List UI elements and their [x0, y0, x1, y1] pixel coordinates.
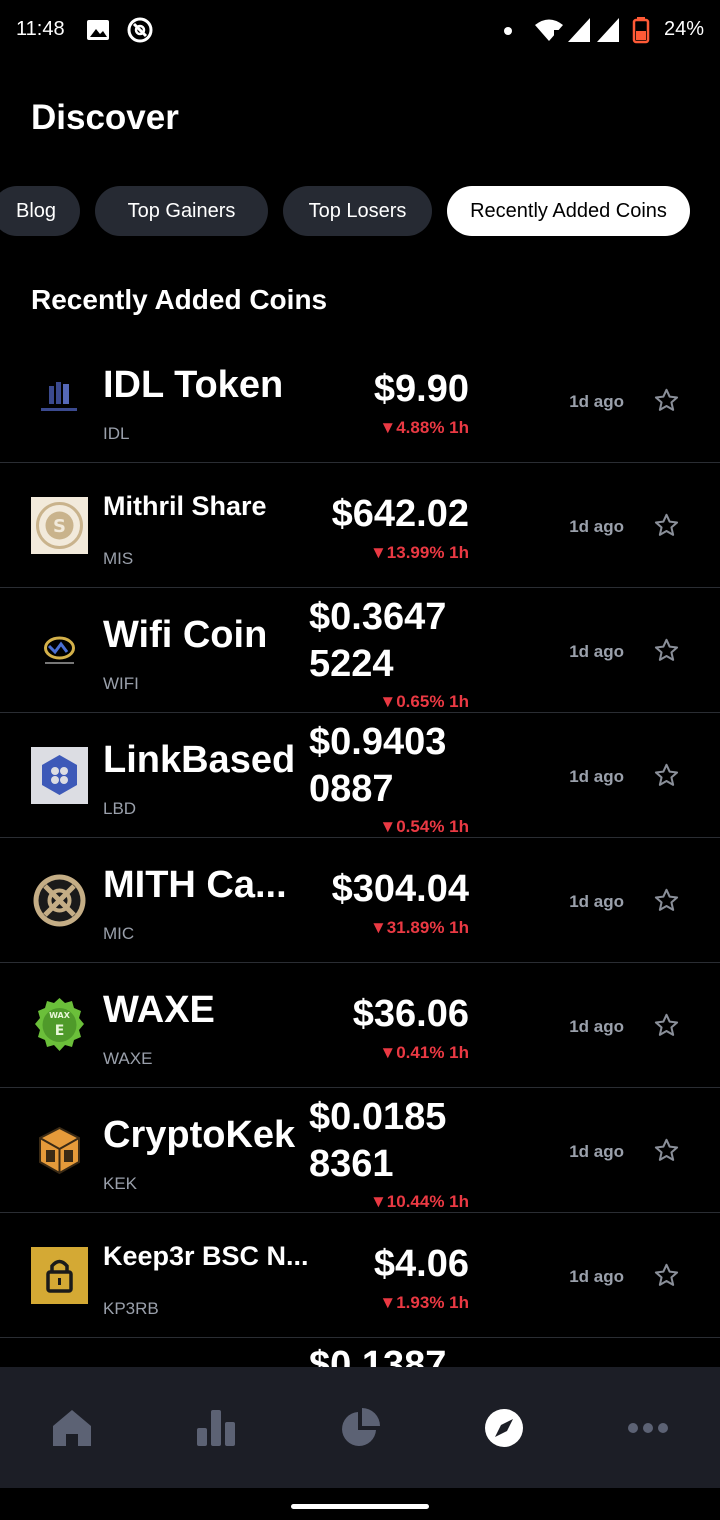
nav-charts[interactable] [144, 1367, 288, 1488]
compass-icon [485, 1408, 523, 1447]
coin-price: $0.0185 8361 [309, 1096, 447, 1185]
coin-row[interactable]: S Mithril Share MIS $642.02 ▼13.99% 1h 1… [0, 463, 720, 588]
price-change: ▼0.54% 1h [379, 817, 469, 836]
coin-price: $0.3647 5224 [309, 596, 447, 685]
linkbased-logo-icon [31, 747, 88, 804]
coin-symbol: MIC [103, 924, 135, 943]
coin-row[interactable]: IDL Token IDL $9.90 ▼4.88% 1h 1d ago [0, 338, 720, 463]
coin-row[interactable]: Keep3r BSC N... KP3RB $4.06 ▼1.93% 1h 1d… [0, 1213, 720, 1338]
coin-symbol: KP3RB [103, 1299, 159, 1318]
svg-text:S: S [53, 516, 66, 537]
tab-bar: Blog Top Gainers Top Losers Recently Add… [0, 186, 720, 236]
coin-price: $0.9403 0887 [309, 721, 447, 810]
price-change: ▼31.89% 1h [369, 918, 469, 937]
coin-row[interactable]: Wifi Coin WIFI $0.3647 5224 ▼0.65% 1h 1d… [0, 588, 720, 713]
coin-name: CryptoKek [103, 1114, 296, 1156]
nav-more[interactable] [576, 1367, 720, 1488]
price-change: ▼10.44% 1h [369, 1192, 469, 1211]
tab-top-losers[interactable]: Top Losers [283, 186, 432, 236]
coin-name: MITH Ca... [103, 864, 287, 906]
star-icon[interactable] [653, 887, 680, 914]
bottom-nav [0, 1367, 720, 1488]
coin-row[interactable]: MITH Ca... MIC $304.04 ▼31.89% 1h 1d ago [0, 838, 720, 963]
mith-cash-logo-icon [31, 872, 88, 929]
wifi-icon [535, 19, 563, 41]
coin-symbol: MIS [103, 549, 134, 568]
page-title: Discover [31, 98, 179, 137]
idl-logo-icon [31, 372, 88, 429]
coin-price: $304.04 [331, 868, 469, 910]
mithril-share-logo-icon: S [31, 497, 88, 554]
coin-list: IDL Token IDL $9.90 ▼4.88% 1h 1d ago S M… [0, 338, 720, 1367]
coin-price: $642.02 [331, 493, 469, 535]
price-change: ▼0.65% 1h [379, 692, 469, 711]
keep3r-logo-icon [31, 1247, 88, 1304]
dot-indicator-icon [504, 27, 512, 35]
star-icon[interactable] [653, 512, 680, 539]
added-time: 1d ago [569, 517, 624, 536]
star-icon[interactable] [653, 637, 680, 664]
cryptokek-logo-icon [31, 1122, 88, 1179]
data-saver-icon [127, 17, 153, 43]
added-time: 1d ago [569, 1017, 624, 1036]
star-icon[interactable] [653, 1012, 680, 1039]
coin-row[interactable]: CryptoKek KEK $0.0185 8361 ▼10.44% 1h 1d… [0, 1088, 720, 1213]
pie-chart-icon [342, 1407, 380, 1446]
coin-price: $4.06 [373, 1243, 469, 1285]
coin-name: Mithril Share [103, 491, 267, 521]
coin-row-partial[interactable]: $0.1387 [0, 1338, 720, 1367]
added-time: 1d ago [569, 1267, 624, 1286]
tab-recently-added-coins[interactable]: Recently Added Coins [447, 186, 690, 236]
home-indicator[interactable] [291, 1504, 429, 1509]
coin-symbol: KEK [103, 1174, 138, 1193]
signal-icon-2 [597, 18, 619, 42]
price-change: ▼0.41% 1h [379, 1043, 469, 1062]
coin-symbol: IDL [103, 424, 130, 443]
added-time: 1d ago [569, 392, 624, 411]
price-change: ▼4.88% 1h [379, 418, 469, 437]
coin-price: $36.06 [352, 993, 469, 1035]
more-icon [628, 1422, 668, 1433]
tab-blog[interactable]: Blog [0, 186, 80, 236]
section-title: Recently Added Coins [31, 284, 328, 315]
wifi-coin-logo-icon [31, 622, 88, 679]
coin-symbol: WAXE [103, 1049, 153, 1068]
added-time: 1d ago [569, 642, 624, 661]
signal-icon-1 [568, 18, 590, 42]
nav-home[interactable] [0, 1367, 144, 1488]
coin-row[interactable]: WAX E WAXE WAXE $36.06 ▼0.41% 1h 1d ago [0, 963, 720, 1088]
coin-price: $0.1387 [309, 1344, 447, 1367]
status-time: 11:48 [16, 18, 65, 40]
image-notification-icon [87, 20, 109, 40]
battery-icon [632, 17, 650, 44]
coin-name: IDL Token [103, 364, 284, 406]
added-time: 1d ago [569, 892, 624, 911]
coin-symbol: WIFI [103, 674, 139, 693]
coin-price: $9.90 [373, 368, 469, 410]
coin-row[interactable]: LinkBased LBD $0.9403 0887 ▼0.54% 1h 1d … [0, 713, 720, 838]
coin-name: LinkBased [103, 739, 296, 781]
price-change: ▼13.99% 1h [369, 543, 469, 562]
svg-text:E: E [55, 1023, 65, 1039]
nav-portfolio[interactable] [288, 1367, 432, 1488]
star-icon[interactable] [653, 762, 680, 789]
waxe-logo-icon: WAX E [31, 997, 88, 1054]
battery-percent: 24% [663, 18, 704, 40]
price-change: ▼1.93% 1h [379, 1293, 469, 1312]
tab-top-gainers[interactable]: Top Gainers [95, 186, 268, 236]
nav-discover[interactable] [432, 1367, 576, 1488]
home-icon [53, 1409, 91, 1446]
coin-name: WAXE [103, 989, 215, 1031]
added-time: 1d ago [569, 767, 624, 786]
svg-text:WAX: WAX [49, 1011, 71, 1020]
coin-symbol: LBD [103, 799, 137, 818]
coin-name: Wifi Coin [103, 614, 268, 656]
star-icon[interactable] [653, 1137, 680, 1164]
bar-chart-icon [197, 1409, 235, 1446]
added-time: 1d ago [569, 1142, 624, 1161]
status-bar: 11:48 24% [0, 0, 720, 62]
star-icon[interactable] [653, 387, 680, 414]
coin-name: Keep3r BSC N... [103, 1241, 309, 1271]
star-icon[interactable] [653, 1262, 680, 1289]
